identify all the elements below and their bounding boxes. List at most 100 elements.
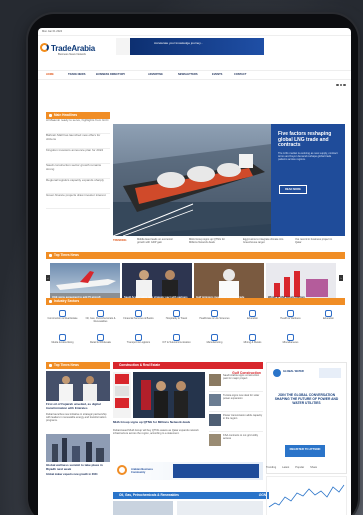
trending-item[interactable]: Yes record in business project in Qatar <box>295 238 337 244</box>
tab-popular[interactable]: Popular <box>295 466 304 469</box>
ad-headline: JOIN THE GLOBAL CONVERSATION SHAPING THE… <box>274 393 339 406</box>
linkedin-icon[interactable] <box>343 83 346 86</box>
heart-icon <box>287 310 294 317</box>
industry-finance[interactable]: Financial Services & Banks <box>122 308 155 330</box>
hero-headline[interactable]: Five factors reshaping global LNG trade … <box>271 124 345 149</box>
industry-agriculture[interactable]: Education <box>312 308 345 330</box>
hero-feature-panel[interactable]: Five factors reshaping global LNG trade … <box>271 124 345 236</box>
bullet-icon <box>49 364 52 367</box>
bullet-icon <box>49 300 52 303</box>
market-line-graph <box>268 484 345 508</box>
top-times-lead-image[interactable] <box>46 371 110 401</box>
stats-tabs: Trending Latest Popular Share <box>266 466 345 473</box>
nav-newsletters[interactable]: NEWSLETTERS <box>178 73 198 76</box>
industry-retail[interactable]: Retail & Wholesale <box>84 332 117 354</box>
industry-hospitality[interactable]: Hospitality & Travel <box>160 308 193 330</box>
ad-partner-logo <box>319 368 341 378</box>
top-times-column: Top Times News First oil of Fujairah unv… <box>46 362 110 470</box>
nav-home[interactable]: HOME <box>46 73 54 76</box>
construction-ad-thumbs[interactable] <box>113 372 131 418</box>
tab-trending[interactable]: Trending <box>266 466 276 469</box>
headline-item[interactable]: Saudi construction sector growth remains… <box>46 163 110 179</box>
nav-trade-news[interactable]: TRADE NEWS <box>68 73 85 76</box>
headline-item[interactable]: Bahrain Mall has launched new offers for… <box>46 133 110 149</box>
oil-left-headline[interactable]: Global maker expects new growth in 2024 <box>46 473 110 476</box>
top-times-second-image[interactable] <box>46 434 110 462</box>
trending-item[interactable]: Middle East leads on economic growth wit… <box>137 238 179 244</box>
industry-health[interactable]: Health & Wellness <box>274 308 307 330</box>
industry-healthcare[interactable]: Healthcare & Life Sciences <box>198 308 231 330</box>
nav-advertise[interactable]: ADVERTISE <box>148 73 163 76</box>
news-thumb[interactable]: UAE signs agreement to add 70 aircraft <box>50 263 120 301</box>
site-tagline: Business News Network <box>58 53 86 56</box>
logo-icon <box>40 43 49 52</box>
city-skyline-image <box>46 434 110 462</box>
ad-thumb <box>115 398 129 408</box>
trending-item[interactable]: Egypt aims to integrate climate into Gre… <box>243 238 285 244</box>
industry-manufacturing[interactable]: Manufacturing <box>198 332 231 354</box>
industry-transport[interactable]: Transport & Logistics <box>122 332 155 354</box>
industry-education[interactable]: Education <box>236 308 269 330</box>
top-date-bar: Mon Jan 01 2024 <box>38 28 351 36</box>
medical-icon <box>211 310 218 317</box>
site-logo[interactable]: TradeArabia <box>51 44 95 53</box>
oil-gas-thumb[interactable] <box>113 501 173 515</box>
side-thumb <box>209 394 221 406</box>
tab-share[interactable]: Share <box>310 466 317 469</box>
trending-strip: TRENDING Middle East leads on economic g… <box>113 236 345 247</box>
side-thumb <box>209 414 221 426</box>
industry-oil-gas[interactable]: Oil, Gas, Petrochemicals & Renewables <box>84 308 117 330</box>
pickaxe-icon <box>249 334 256 341</box>
nav-events[interactable]: EVENTS <box>212 73 222 76</box>
social-icons[interactable] <box>335 73 347 86</box>
banner-logo-icon <box>117 465 127 475</box>
headline-item[interactable]: Al Maamin ready to serve, highlights fro… <box>46 118 110 134</box>
industry-construction[interactable]: Construction & Real Estate <box>46 308 79 330</box>
industry-ict[interactable]: ICT & Telecommunication <box>160 332 193 354</box>
facebook-icon[interactable] <box>336 83 339 86</box>
top-times-lead-headline[interactable]: First oil of Fujairah unveiled, as digit… <box>46 402 110 410</box>
nav-business-directory[interactable]: BUSINESS DIRECTORY <box>96 73 125 76</box>
construction-lead-image[interactable] <box>133 372 205 418</box>
side-thumb <box>209 434 221 446</box>
headline-item[interactable]: Kingdom investors announce plan for 2024 <box>46 148 110 164</box>
arabian-business-banner[interactable]: Arabian Business Community <box>113 462 263 480</box>
hero-image-lng-ship[interactable] <box>113 124 271 236</box>
industry-misc[interactable]: Miscellaneous <box>274 332 307 354</box>
trending-item[interactable]: MHA Group signs up QTNG for Millions Net… <box>189 238 231 244</box>
top-times-header: Top Times News <box>46 252 345 259</box>
headline-item[interactable]: Green finance projects draw investor int… <box>46 193 110 209</box>
side-item[interactable]: Saudi Arabia signs construction pact for… <box>209 372 263 392</box>
tab-latest[interactable]: Latest <box>282 466 289 469</box>
carousel-next-icon[interactable]: › <box>339 275 343 281</box>
network-icon <box>173 334 180 341</box>
x-icon[interactable] <box>339 83 342 86</box>
industry-mining[interactable]: Mining & Metals <box>236 332 269 354</box>
top-times-second-headline[interactable]: Global wellness summit to take place in … <box>46 463 110 471</box>
side-item[interactable]: KSA contracts to cut grid utility access <box>209 432 263 451</box>
side-item[interactable]: Power transmission adds capacity in the … <box>209 412 263 432</box>
news-thumb[interactable]: Winter in UAE boosts tourism <box>266 263 336 301</box>
top-ad-banner[interactable]: Accelerate your knowledge journey... <box>116 38 264 55</box>
ogn-logo[interactable]: OGN <box>259 492 266 499</box>
news-thumb[interactable]: Saudi Arabia signs new strategic pact wi… <box>122 263 192 301</box>
top-times-section: Top Times News ‹ UAE signs agreement to … <box>46 252 345 301</box>
factory-icon <box>211 334 218 341</box>
read-more-button[interactable]: READ MORE <box>279 185 307 194</box>
top-times-carousel: ‹ UAE signs agreement to add 70 aircraft… <box>46 259 345 301</box>
market-graph <box>266 476 347 515</box>
date-text: Mon Jan 01 2024 <box>42 30 63 33</box>
cart-icon <box>97 334 104 341</box>
nav-contact[interactable]: CONTACT <box>234 73 247 76</box>
register-button[interactable]: REGISTER TO ATTEND <box>285 445 325 457</box>
construction-header: Construction & Real Estate <box>113 362 263 369</box>
headline-item[interactable]: Regional logistics capacity expands shar… <box>46 178 110 194</box>
news-thumb[interactable]: Gulf ministers meet over regional trade <box>194 263 264 301</box>
construction-lead-headline[interactable]: MHA Group signs up QTNG for Millions Net… <box>113 420 205 425</box>
ad-text: Accelerate your knowledge journey... <box>154 41 203 45</box>
side-item[interactable]: Tunisia signs new deal for solar power e… <box>209 392 263 412</box>
oil-gas-thumb[interactable] <box>177 501 263 515</box>
megaphone-icon <box>59 334 66 341</box>
industry-media[interactable]: Media & Advertising <box>46 332 79 354</box>
global-water-ad[interactable]: GLOBAL WATER JOIN THE GLOBAL CONVERSATIO… <box>266 362 347 474</box>
